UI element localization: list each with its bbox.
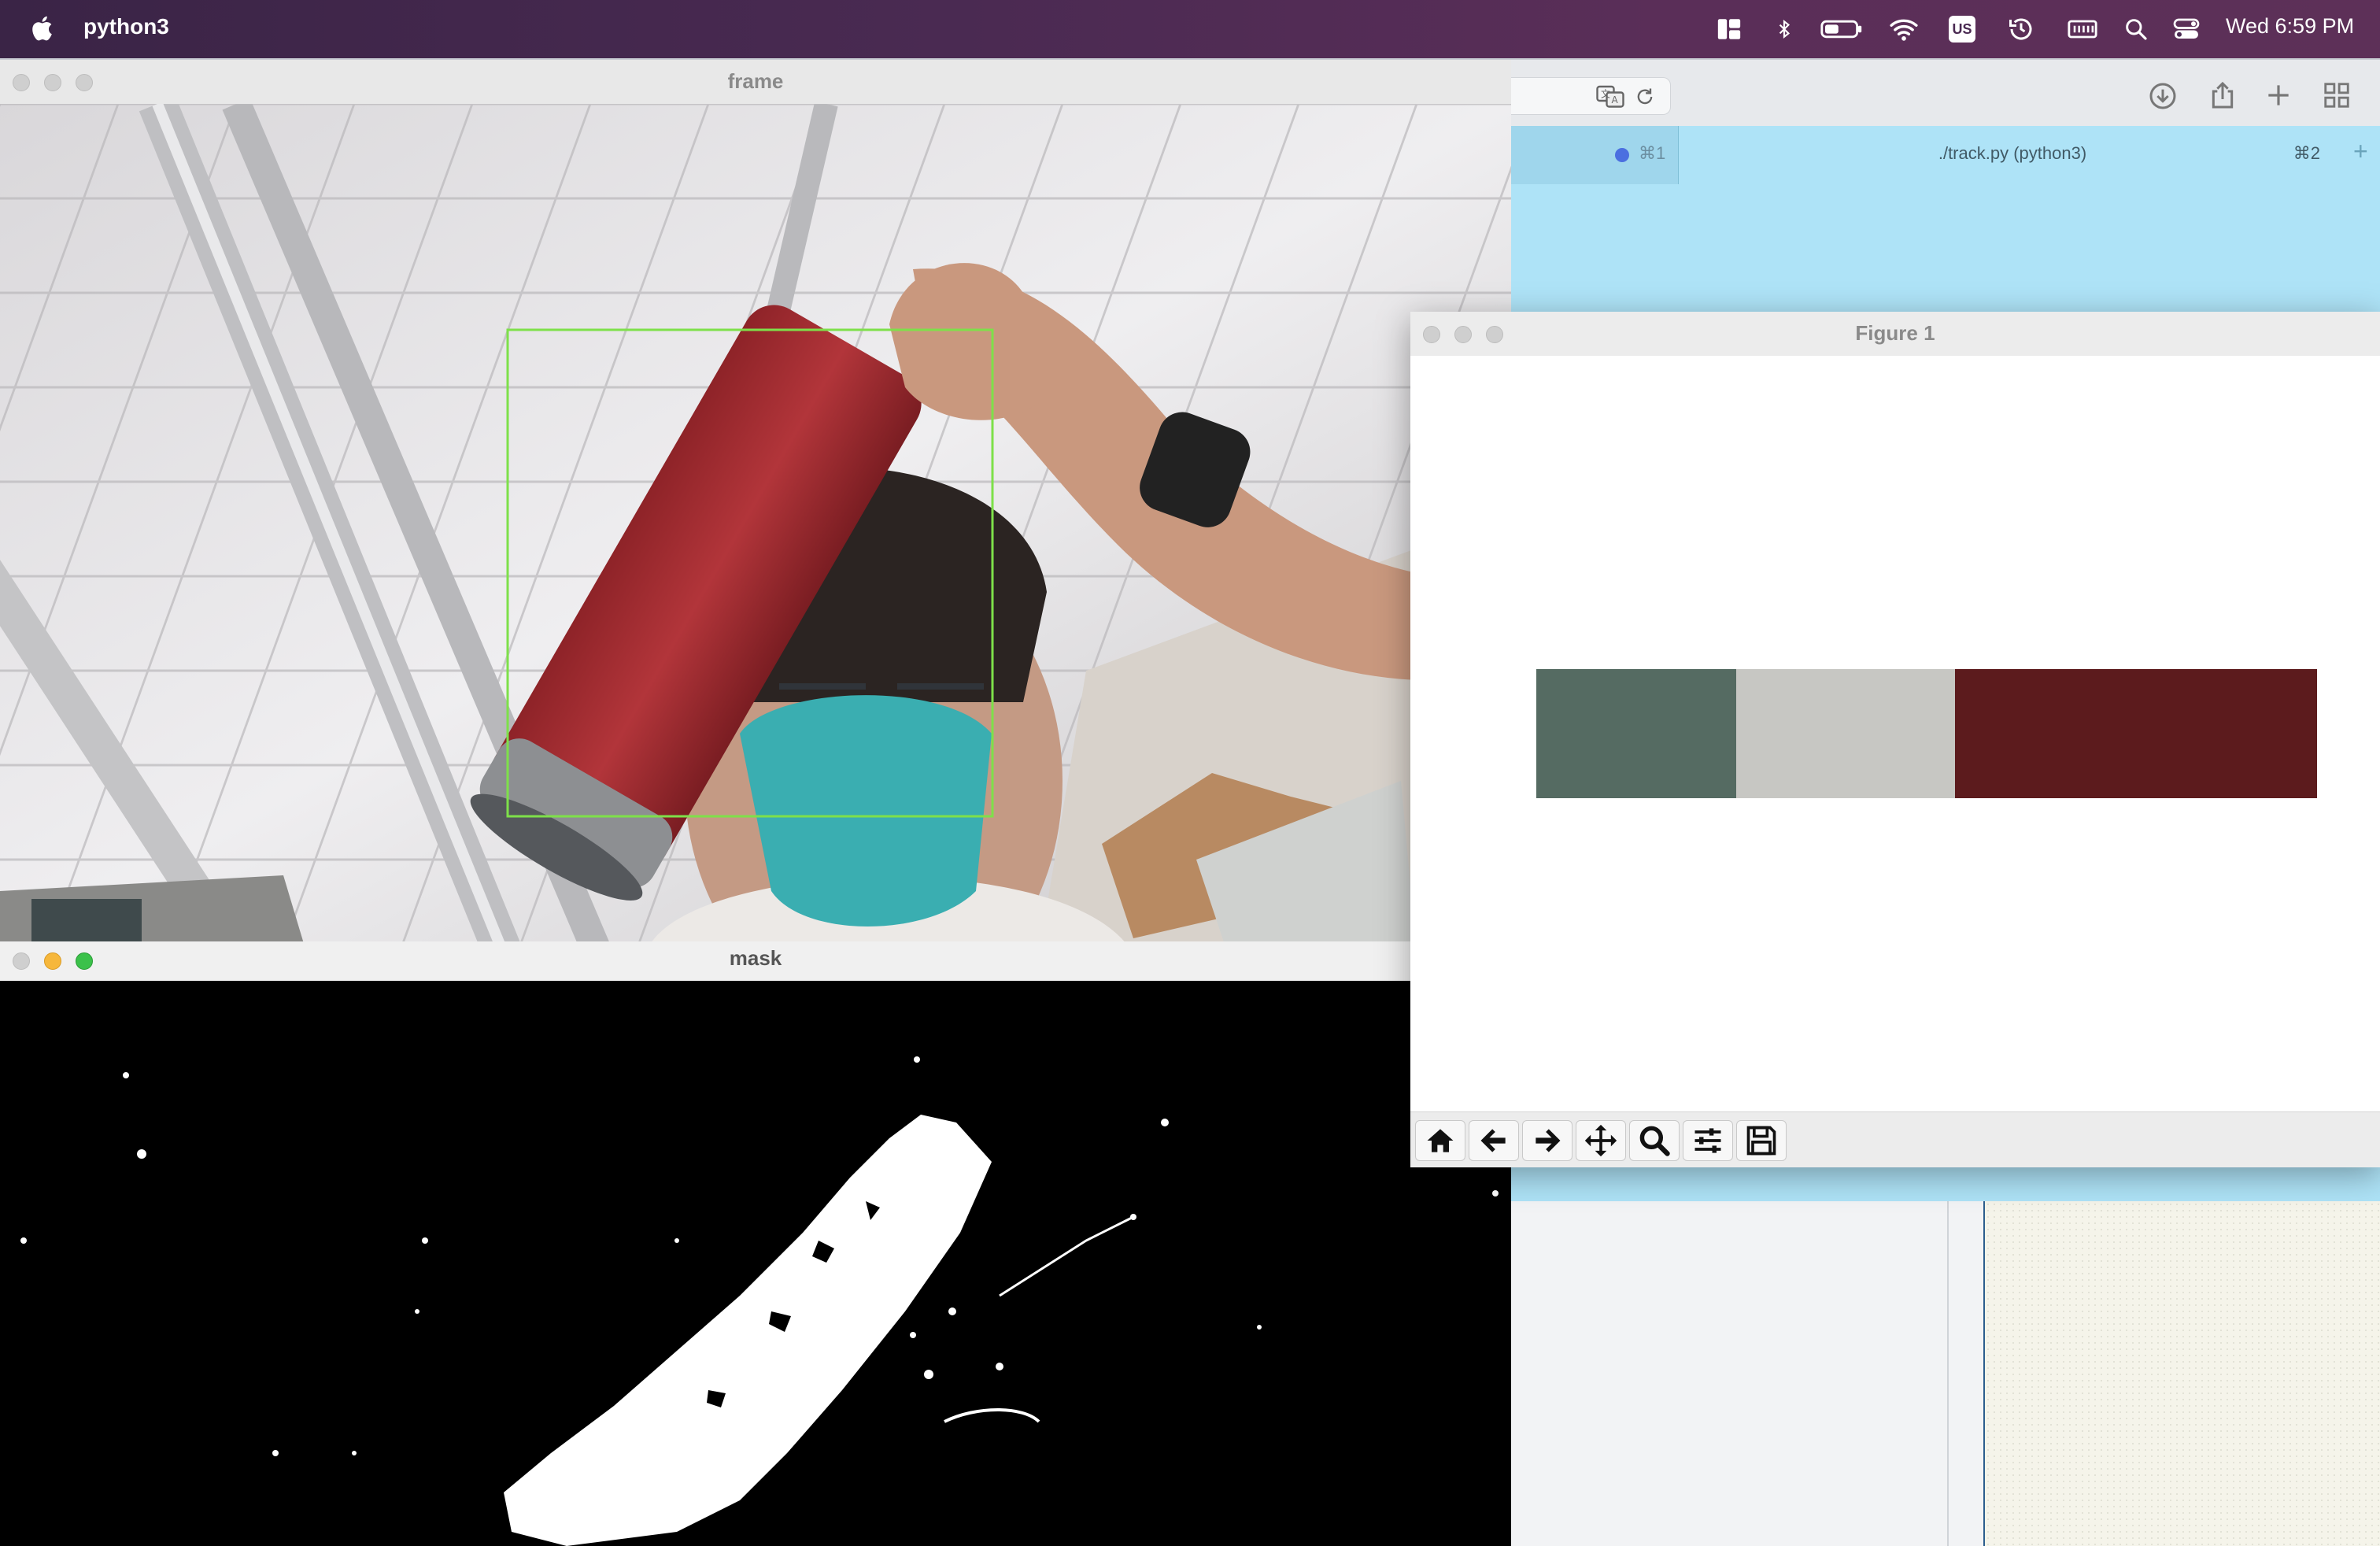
terminal-tab-1[interactable]: ⌘1	[1495, 126, 1679, 184]
mask-titlebar[interactable]: mask	[0, 941, 1511, 982]
home-button[interactable]	[1415, 1120, 1465, 1161]
binary-mask-image	[0, 981, 1511, 1546]
frame-window-title: frame	[727, 69, 784, 93]
palette-swatch-2	[1735, 669, 1955, 798]
figure-toolbar	[1410, 1111, 2380, 1167]
tab-2-title: ./track.py (python3)	[1938, 143, 2087, 163]
mask-view[interactable]	[0, 981, 1511, 1546]
tab-overview-icon[interactable]	[2322, 80, 2352, 110]
control-center-icon[interactable]	[2172, 14, 2201, 44]
zoom-icon	[1639, 1126, 1670, 1156]
app-name[interactable]: python3	[83, 14, 169, 39]
svg-text:文: 文	[1601, 88, 1610, 100]
home-icon	[1427, 1129, 1454, 1152]
menu-bar: python3 US Wed 6:59 PM	[0, 0, 2380, 58]
address-bar[interactable]: 文 A	[1495, 77, 1671, 115]
battery-icon[interactable]	[1820, 14, 1864, 44]
mask-window: mask	[0, 941, 1511, 1546]
keyboard-icon[interactable]	[2067, 14, 2098, 44]
terminal-pane-bottom[interactable]	[1495, 1201, 2380, 1546]
terminal-tab-2[interactable]: ./track.py (python3) ⌘2	[1678, 126, 2347, 186]
palette-swatch-3	[1954, 669, 2317, 798]
svg-text:A: A	[1612, 94, 1619, 105]
stage-manager-icon[interactable]	[1716, 14, 1743, 44]
back-arrow-icon	[1480, 1129, 1506, 1152]
forward-button[interactable]	[1522, 1120, 1572, 1161]
wifi-icon[interactable]	[1889, 14, 1919, 44]
pan-icon	[1584, 1124, 1617, 1157]
save-icon	[1746, 1126, 1776, 1156]
tab-activity-dot	[1615, 148, 1629, 162]
spotlight-icon[interactable]	[2123, 14, 2149, 44]
mask-window-title: mask	[729, 946, 782, 970]
figure-window: Figure 1	[1410, 312, 2380, 1167]
figure-canvas[interactable]	[1410, 356, 2380, 1111]
frame-titlebar[interactable]: frame	[0, 60, 1511, 105]
figure-titlebar[interactable]: Figure 1	[1410, 312, 2380, 357]
new-tab-icon[interactable]	[2264, 80, 2293, 110]
tab-1-shortcut: ⌘1	[1639, 143, 1666, 163]
palette-swatch-1	[1536, 669, 1736, 798]
frame-window: frame	[0, 60, 1511, 954]
editor-pane[interactable]	[1985, 1201, 2380, 1546]
add-tab-button[interactable]: +	[2353, 137, 2368, 166]
tab-2-shortcut: ⌘2	[2293, 143, 2320, 163]
color-palette-bar	[1536, 669, 2317, 798]
apple-icon[interactable]	[28, 13, 58, 44]
terminal-tab-bar: ⌘1 ./track.py (python3) ⌘2 +	[1495, 126, 2380, 186]
input-source-icon[interactable]: US	[1949, 16, 1975, 43]
figure-window-title: Figure 1	[1855, 321, 1935, 345]
camera-image	[0, 104, 1511, 954]
pan-button[interactable]	[1576, 1120, 1626, 1161]
camera-frame-view[interactable]	[0, 104, 1511, 954]
reload-icon[interactable]	[1634, 86, 1656, 108]
download-icon[interactable]	[2147, 80, 2179, 112]
time-machine-icon[interactable]	[2007, 14, 2035, 44]
translate-icon[interactable]: 文 A	[1596, 84, 1624, 108]
forward-arrow-icon	[1536, 1129, 1561, 1152]
share-icon[interactable]	[2207, 79, 2238, 112]
save-button[interactable]	[1736, 1120, 1787, 1161]
bluetooth-icon[interactable]	[1774, 14, 1794, 44]
configure-subplots-button[interactable]	[1683, 1120, 1733, 1161]
terminal-toolbar: 文 A	[1495, 60, 2380, 127]
configure-subplots-icon	[1694, 1128, 1721, 1153]
menubar-clock[interactable]: Wed 6:59 PM	[2226, 14, 2354, 39]
pane-divider[interactable]	[1947, 1201, 1949, 1546]
back-button[interactable]	[1469, 1120, 1519, 1161]
zoom-button-tool[interactable]	[1629, 1120, 1680, 1161]
